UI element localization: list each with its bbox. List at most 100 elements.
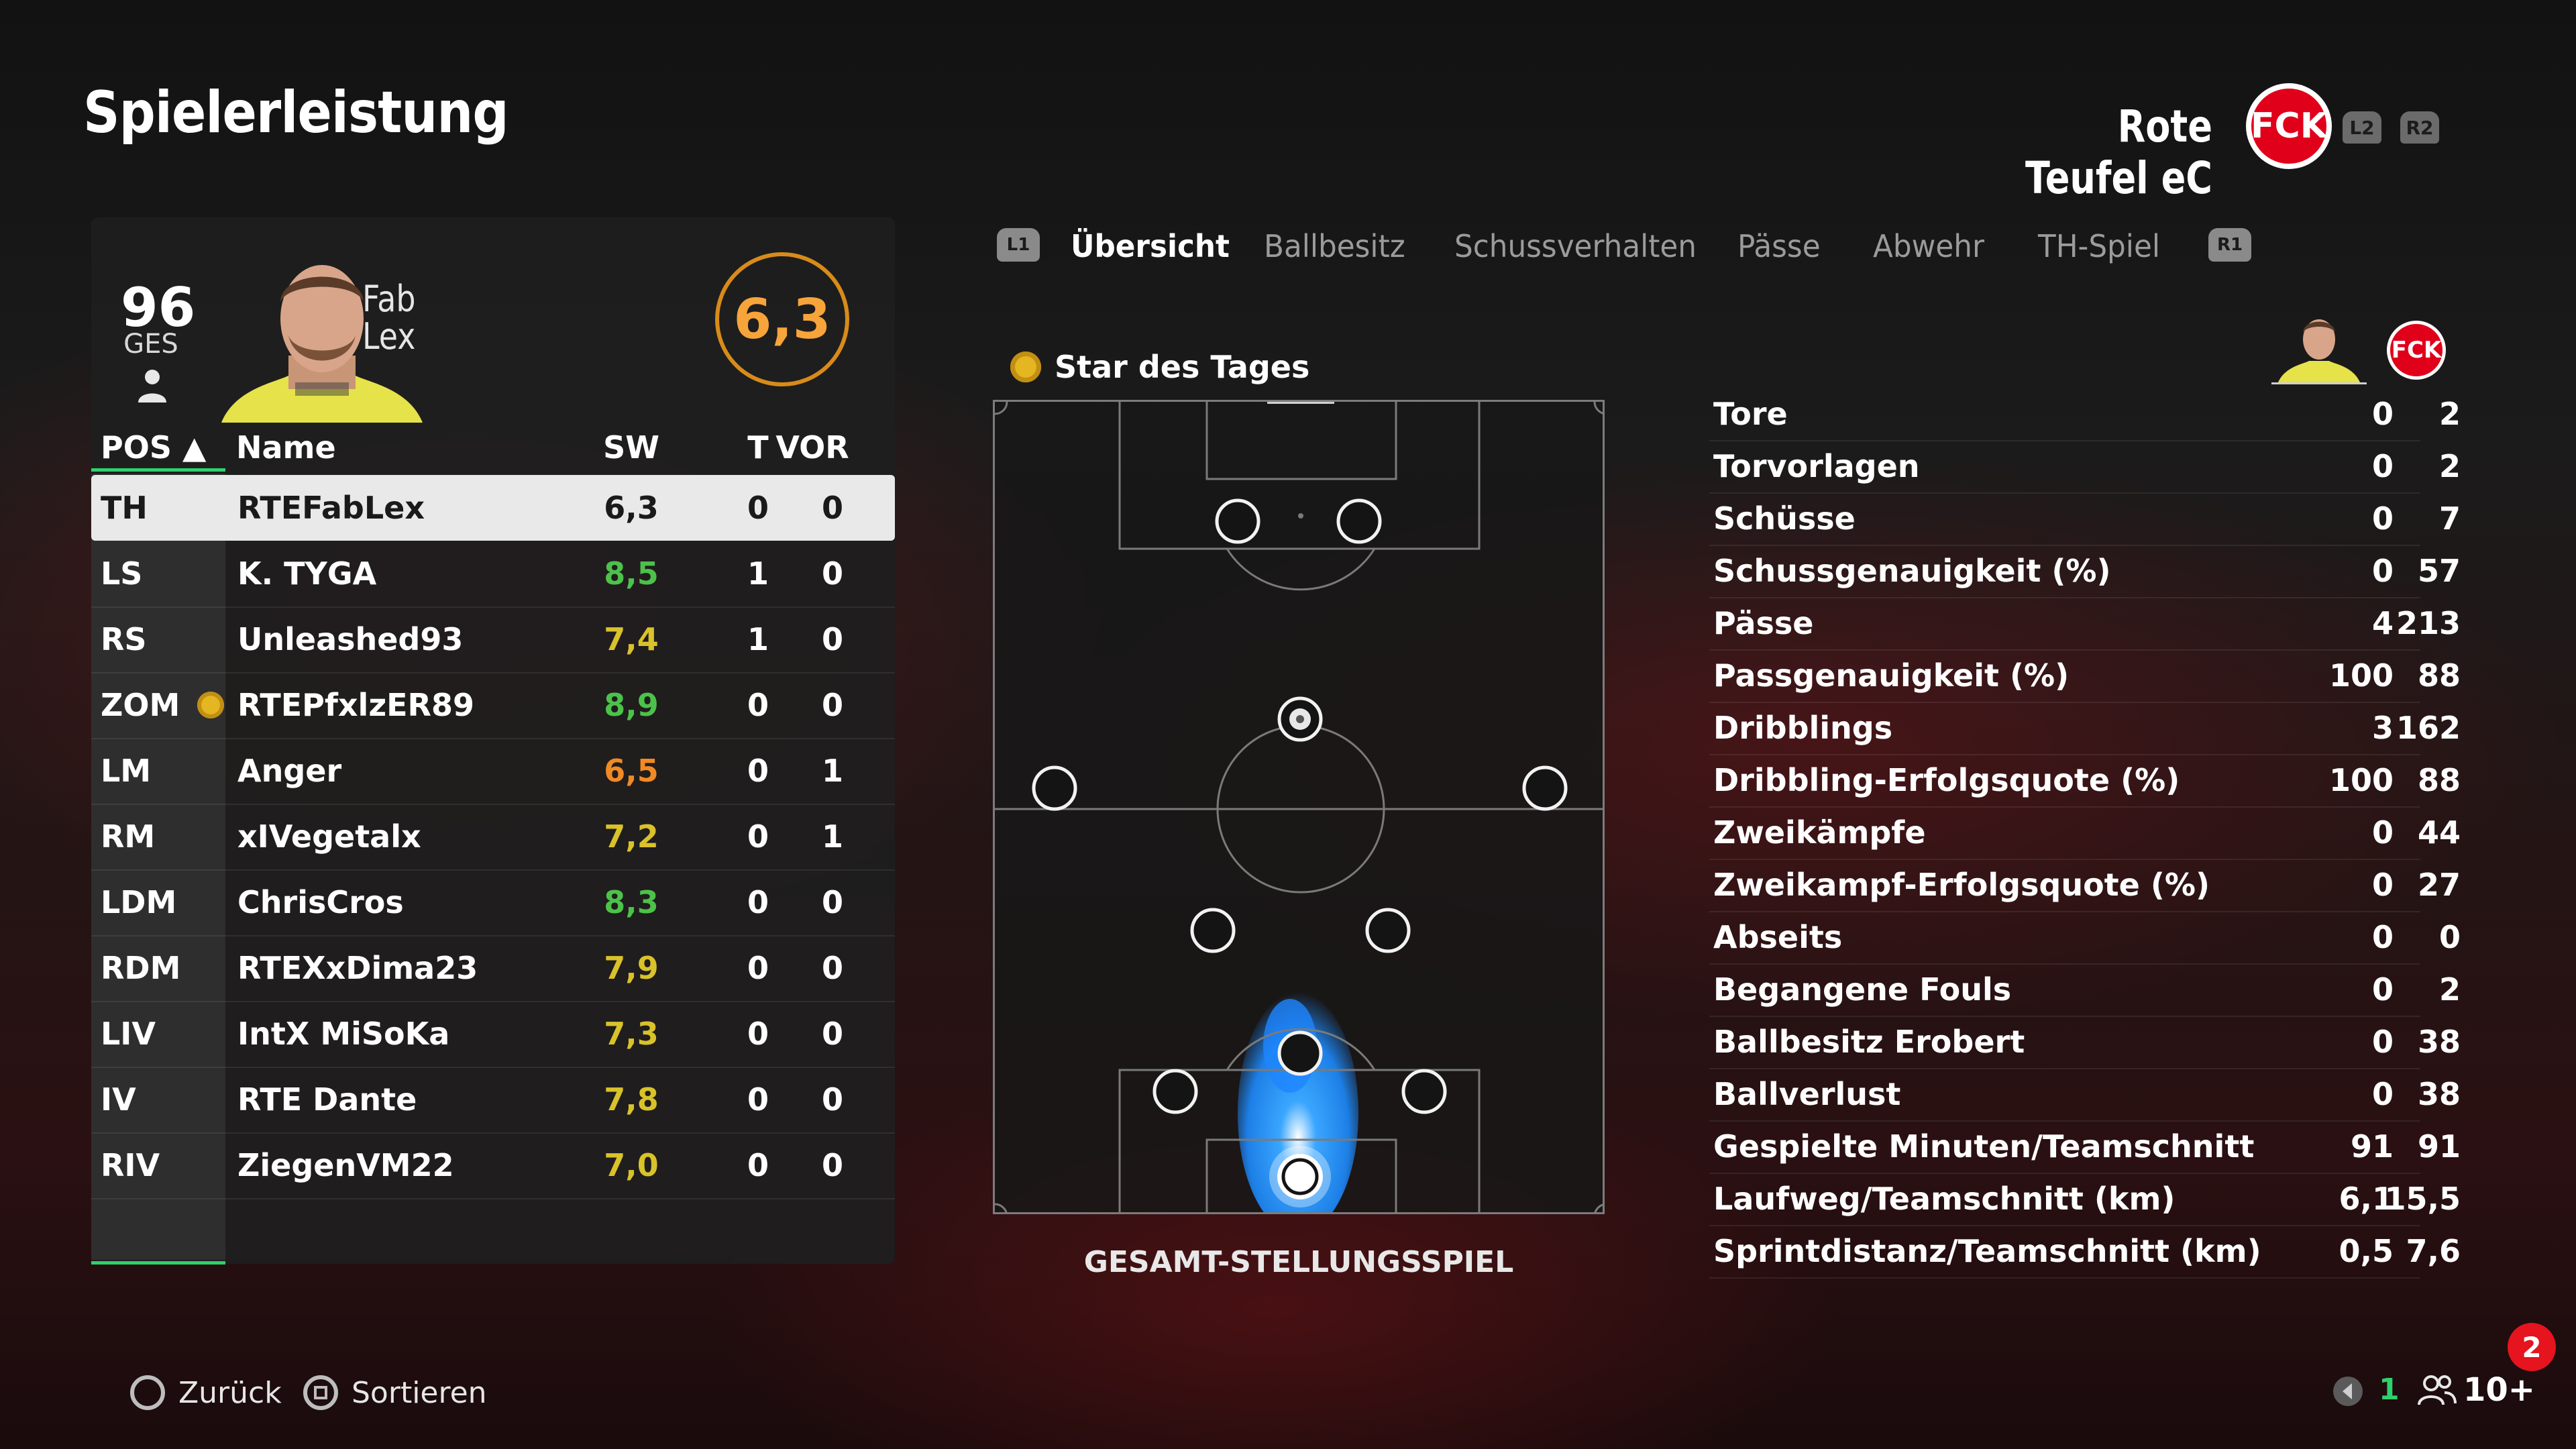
circle-button-icon [130, 1375, 165, 1410]
row-goals: 0 [747, 1081, 769, 1118]
row-assists: 0 [821, 490, 843, 526]
stat-row: Laufweg/Teamschnitt (km) 6,1 15,5 [1709, 1173, 2461, 1226]
friends-count: 10+ [2463, 1371, 2536, 1409]
tab-ballbesitz[interactable]: Ballbesitz [1264, 228, 1405, 264]
row-position: RS [101, 621, 147, 657]
positioning-heatmap [993, 400, 1605, 1214]
row-position: RIV [101, 1147, 160, 1183]
stat-row: Sprintdistanz/Teamschnitt (km) 0,5 7,6 [1709, 1225, 2461, 1279]
stat-label: Abseits [1713, 919, 1843, 955]
row-position: RDM [101, 950, 181, 986]
stat-team-value: 57 [2417, 553, 2461, 589]
table-row[interactable]: LIV IntX MiSoKa 7,3 0 0 [91, 1001, 895, 1068]
table-row[interactable]: RDM RTEXxDima23 7,9 0 0 [91, 935, 895, 1002]
row-position: LDM [101, 884, 177, 920]
r2-trigger-button[interactable]: R2 [2400, 111, 2439, 144]
l2-trigger-button[interactable]: L2 [2343, 111, 2381, 144]
stat-row: Abseits 0 0 [1709, 911, 2461, 965]
player-mini-portrait [2271, 319, 2367, 384]
row-position: LS [101, 555, 143, 592]
stat-team-value: 88 [2417, 657, 2461, 694]
stat-label: Sprintdistanz/Teamschnitt (km) [1713, 1233, 2261, 1269]
stat-team-value: 0 [2438, 919, 2461, 955]
stat-team-value: 91 [2417, 1128, 2461, 1165]
star-of-the-match-icon [191, 672, 231, 738]
tab-paesse[interactable]: Pässe [1737, 228, 1821, 264]
row-rating: 7,3 [604, 1016, 659, 1052]
team-name: Rote Teufel eC [2025, 101, 2212, 204]
row-goals: 0 [747, 950, 769, 986]
row-goals: 0 [747, 753, 769, 789]
star-player-marker [1277, 696, 1323, 742]
table-row[interactable]: LDM ChrisCros 8,3 0 0 [91, 869, 895, 936]
tab-th-spiel[interactable]: TH-Spiel [2038, 228, 2160, 264]
stat-team-value: 213 [2396, 605, 2461, 641]
stat-label: Ballbesitz Erobert [1713, 1024, 2025, 1060]
row-position: LIV [101, 1016, 156, 1052]
row-rating: 6,3 [604, 490, 659, 526]
row-rating: 7,2 [604, 818, 659, 855]
stat-label: Zweikampf-Erfolgsquote (%) [1713, 867, 2210, 903]
table-row[interactable]: RIV ZiegenVM22 7,0 0 0 [91, 1132, 895, 1199]
row-goals: 0 [747, 818, 769, 855]
heatmap-caption: GESAMT-STELLUNGSSPIEL [1083, 1245, 1514, 1279]
table-row[interactable]: ZOM RTEPfxlzER89 8,9 0 0 [91, 672, 895, 739]
column-header-name[interactable]: Name [236, 424, 336, 471]
row-rating: 7,9 [604, 950, 659, 986]
stat-label: Pässe [1713, 605, 1814, 641]
table-row[interactable]: RM xIVegetalx 7,2 0 1 [91, 804, 895, 871]
stat-row: Gespielte Minuten/Teamschnitt 91 91 [1709, 1120, 2461, 1174]
tab-uebersicht[interactable]: Übersicht [1071, 228, 1230, 264]
stat-label: Schüsse [1713, 500, 1856, 537]
row-assists: 0 [821, 1081, 843, 1118]
row-goals: 0 [747, 884, 769, 920]
table-row[interactable]: LM Anger 6,5 0 1 [91, 738, 895, 805]
table-row[interactable]: IV RTE Dante 7,8 0 0 [91, 1067, 895, 1134]
sort-button[interactable]: Sortieren [303, 1373, 487, 1413]
stat-row: Passgenauigkeit (%) 100 88 [1709, 649, 2461, 703]
stat-team-value: 38 [2417, 1024, 2461, 1060]
selected-player-marker [1269, 1146, 1331, 1208]
stat-label: Gespielte Minuten/Teamschnitt [1713, 1128, 2255, 1165]
table-row[interactable]: RS Unleashed93 7,4 1 0 [91, 606, 895, 674]
row-position: TH [101, 490, 148, 526]
tab-schussverhalten[interactable]: Schussverhalten [1454, 228, 1697, 264]
stat-row: Tore 0 2 [1709, 388, 2461, 441]
row-position: IV [101, 1081, 136, 1118]
network-icon [2333, 1377, 2363, 1406]
r1-bumper-button[interactable]: R1 [2208, 228, 2251, 262]
row-assists: 0 [821, 555, 843, 592]
row-rating: 7,0 [604, 1147, 659, 1183]
stat-label: Dribblings [1713, 710, 1893, 746]
stat-label: Schussgenauigkeit (%) [1713, 553, 2111, 589]
column-header-vor[interactable]: VOR [775, 424, 849, 471]
stat-row: Schussgenauigkeit (%) 0 57 [1709, 545, 2461, 598]
row-assists: 0 [821, 1147, 843, 1183]
stat-label: Dribbling-Erfolgsquote (%) [1713, 762, 2180, 798]
table-row[interactable]: LS K. TYGA 8,5 1 0 [91, 541, 895, 608]
tab-abwehr[interactable]: Abwehr [1873, 228, 1984, 264]
stat-team-value: 27 [2417, 867, 2461, 903]
row-goals: 1 [747, 621, 769, 657]
l1-bumper-button[interactable]: L1 [997, 228, 1040, 262]
stat-team-value: 44 [2417, 814, 2461, 851]
stat-team-value: 2 [2438, 396, 2461, 432]
column-header-pos[interactable]: POS ▲ [101, 424, 206, 471]
stat-row: Ballbesitz Erobert 0 38 [1709, 1016, 2461, 1069]
stat-label: Laufweg/Teamschnitt (km) [1713, 1181, 2176, 1217]
stat-row: Zweikampf-Erfolgsquote (%) 0 27 [1709, 859, 2461, 912]
sort-indicator [91, 468, 225, 472]
player-match-rating: 6,3 [715, 252, 849, 386]
stat-row: Torvorlagen 0 2 [1709, 440, 2461, 494]
table-row[interactable]: TH RTEFabLex 6,3 0 0 [91, 475, 895, 541]
overall-label: GES [123, 329, 178, 360]
stat-team-value: 38 [2417, 1076, 2461, 1112]
list-end-indicator [91, 1261, 225, 1265]
stat-row: Schüsse 0 7 [1709, 492, 2461, 546]
network-count: 1 [2379, 1373, 2400, 1407]
stat-label: Passgenauigkeit (%) [1713, 657, 2070, 694]
back-button[interactable]: Zurück [130, 1373, 282, 1413]
notification-badge[interactable]: 2 [2508, 1323, 2556, 1371]
friends-online[interactable]: 10+ [2418, 1371, 2535, 1409]
column-header-sw[interactable]: SW [561, 424, 702, 471]
